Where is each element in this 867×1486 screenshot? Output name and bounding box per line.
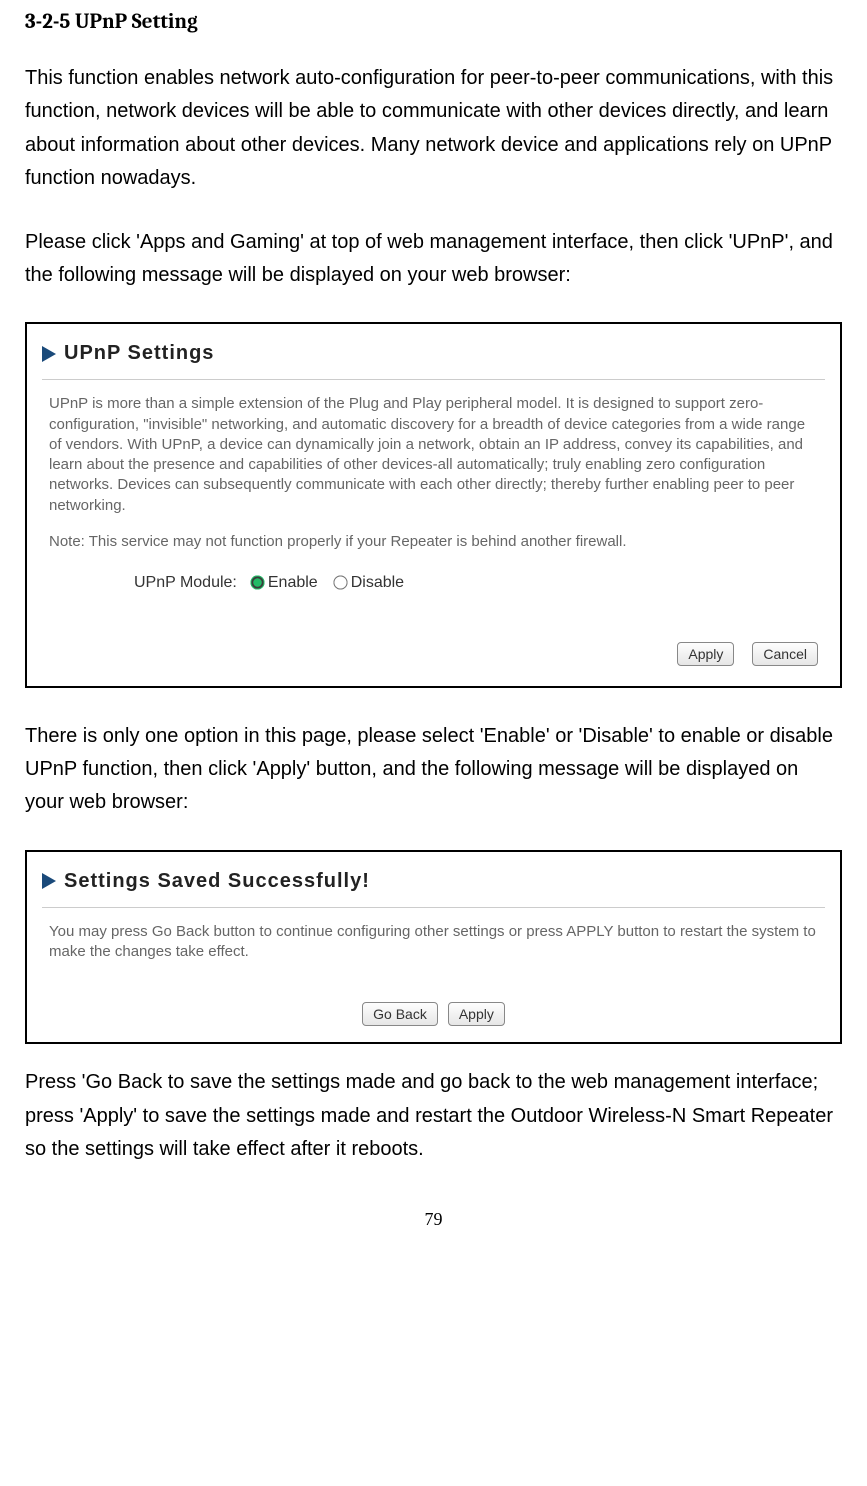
settings-saved-screenshot: Settings Saved Successfully! You may pre… bbox=[25, 850, 842, 1045]
radio-enable-input[interactable] bbox=[250, 576, 264, 590]
intro-paragraph-2: Please click 'Apps and Gaming' at top of… bbox=[25, 226, 842, 293]
panel-body: UPnP is more than a simple extension of … bbox=[27, 394, 840, 613]
button-row: Apply Cancel bbox=[27, 642, 840, 686]
upnp-note: Note: This service may not function prop… bbox=[49, 532, 818, 552]
apply-button-saved[interactable]: Apply bbox=[448, 1002, 505, 1026]
apply-button[interactable]: Apply bbox=[677, 642, 734, 666]
saved-button-row: Go Back Apply bbox=[27, 998, 840, 1042]
upnp-description: UPnP is more than a simple extension of … bbox=[49, 394, 818, 516]
saved-description: You may press Go Back button to continue… bbox=[49, 922, 818, 963]
radio-disable[interactable]: Disable bbox=[334, 572, 404, 594]
upnp-module-row: UPnP Module: Enable Disable bbox=[134, 572, 818, 594]
upnp-module-label: UPnP Module: bbox=[134, 572, 237, 594]
chevron-right-icon bbox=[42, 873, 56, 889]
radio-enable-label: Enable bbox=[268, 572, 318, 594]
intro-paragraph-1: This function enables network auto-confi… bbox=[25, 62, 842, 196]
panel-body-saved: You may press Go Back button to continue… bbox=[27, 922, 840, 999]
divider bbox=[42, 907, 825, 908]
panel-header: UPnP Settings bbox=[27, 324, 840, 373]
panel-header-saved: Settings Saved Successfully! bbox=[27, 852, 840, 901]
page-number: 79 bbox=[25, 1209, 842, 1230]
middle-paragraph: There is only one option in this page, p… bbox=[25, 720, 842, 820]
radio-enable[interactable]: Enable bbox=[251, 572, 318, 594]
final-paragraph: Press 'Go Back to save the settings made… bbox=[25, 1066, 842, 1166]
cancel-button[interactable]: Cancel bbox=[752, 642, 818, 666]
radio-disable-label: Disable bbox=[351, 572, 404, 594]
panel-title: UPnP Settings bbox=[64, 342, 214, 365]
goback-button[interactable]: Go Back bbox=[362, 1002, 438, 1026]
chevron-right-icon bbox=[42, 346, 56, 362]
radio-disable-input[interactable] bbox=[333, 576, 347, 590]
upnp-radio-group: Enable Disable bbox=[251, 572, 404, 594]
section-heading: 3-2-5 UPnP Setting bbox=[25, 10, 842, 34]
upnp-settings-screenshot: UPnP Settings UPnP is more than a simple… bbox=[25, 322, 842, 687]
panel-title-saved: Settings Saved Successfully! bbox=[64, 870, 370, 893]
divider bbox=[42, 379, 825, 380]
